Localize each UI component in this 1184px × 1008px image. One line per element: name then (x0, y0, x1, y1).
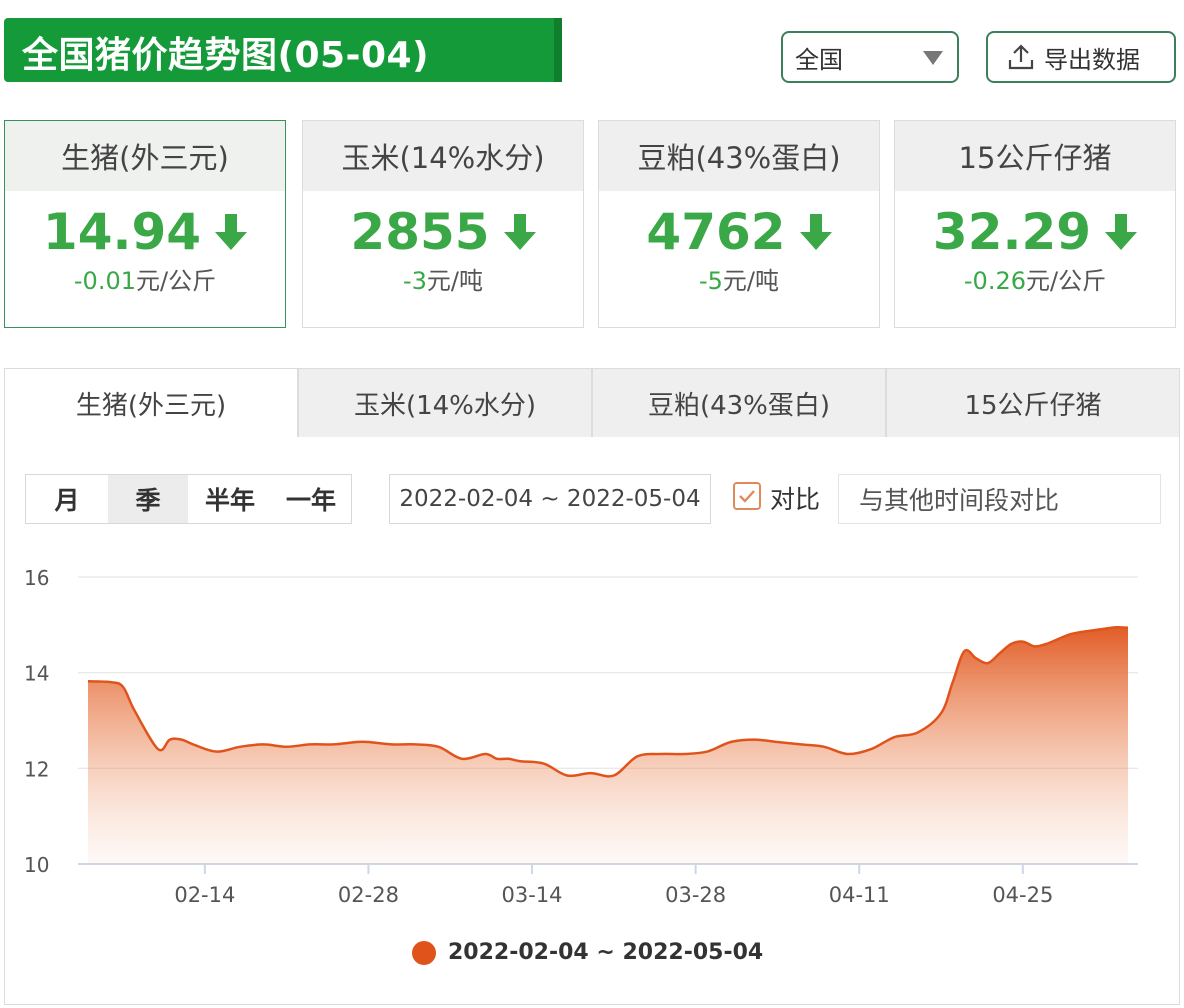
card-change: -0.26 (963, 267, 1026, 295)
date-range-picker[interactable]: 2022-02-04 ~ 2022-05-04 (389, 474, 711, 524)
tab-soymeal[interactable]: 豆粕(43%蛋白) (592, 368, 886, 438)
card-value: 4762 (646, 203, 786, 261)
tab-corn[interactable]: 玉米(14%水分) (298, 368, 592, 438)
card-change-row: -0.26元/公斤 (895, 261, 1175, 296)
x-tick-label: 04-25 (992, 883, 1053, 907)
card-change: -5 (698, 267, 723, 295)
y-tick-label: 12 (24, 757, 49, 781)
region-select-value: 全国 (795, 45, 843, 74)
y-tick-label: 16 (24, 566, 49, 590)
y-tick-label: 10 (24, 853, 49, 877)
card-title: 豆粕(43%蛋白) (599, 121, 879, 191)
y-axis-ticks: 10 12 14 16 (24, 566, 49, 877)
card-value-row: 4762 (599, 203, 879, 261)
upload-icon (1008, 44, 1034, 70)
legend-label: 2022-02-04 ~ 2022-05-04 (448, 940, 764, 965)
card-change-row: -3元/吨 (303, 261, 583, 296)
tab-pig[interactable]: 生猪(外三元) (4, 368, 298, 438)
x-axis-ticks: 02-14 02-28 03-14 03-28 04-11 04-25 (174, 864, 1053, 907)
price-card-1[interactable]: 玉米(14%水分) 2855 -3元/吨 (302, 120, 584, 328)
period-year-button[interactable]: 一年 (272, 475, 350, 523)
region-select[interactable]: 全国 (781, 31, 959, 83)
arrow-down-icon (215, 214, 248, 250)
card-unit: 元/吨 (426, 267, 484, 295)
price-card-2[interactable]: 豆粕(43%蛋白) 4762 -5元/吨 (598, 120, 880, 328)
title-banner: 全国猪价趋势图(05-04) (4, 18, 562, 82)
arrow-down-icon (503, 214, 536, 250)
card-title: 生猪(外三元) (5, 121, 285, 191)
card-change-row: -0.01元/公斤 (5, 261, 285, 296)
card-title: 玉米(14%水分) (303, 121, 583, 191)
card-unit: 元/公斤 (136, 267, 217, 295)
period-quarter-button[interactable]: 季 (108, 475, 188, 523)
card-unit: 元/吨 (722, 267, 780, 295)
legend-swatch (412, 940, 436, 965)
commodity-tabs: 生猪(外三元) 玉米(14%水分) 豆粕(43%蛋白) 15公斤仔猪 (4, 368, 1180, 438)
period-selector: 月 季 半年 一年 (25, 474, 352, 524)
chart-legend[interactable]: 2022-02-04 ~ 2022-05-04 (412, 940, 763, 965)
card-change: -0.01 (73, 267, 136, 295)
check-icon (739, 490, 755, 503)
price-cards: 生猪(外三元) 14.94 -0.01元/公斤 玉米(14%水分) 2855 -… (4, 120, 1176, 328)
card-value: 2855 (350, 203, 490, 261)
compare-label: 对比 (770, 485, 821, 514)
x-tick-label: 03-28 (665, 883, 726, 907)
card-value: 32.29 (932, 203, 1092, 261)
card-change: -3 (402, 267, 427, 295)
price-card-3[interactable]: 15公斤仔猪 32.29 -0.26元/公斤 (894, 120, 1176, 328)
page-title: 全国猪价趋势图(05-04) (22, 35, 430, 76)
arrow-down-icon (1105, 214, 1138, 250)
compare-checkbox[interactable] (733, 482, 761, 510)
arrow-down-icon (799, 214, 832, 250)
x-tick-label: 03-14 (502, 883, 563, 907)
card-title: 15公斤仔猪 (895, 121, 1175, 191)
x-tick-label: 04-11 (829, 883, 890, 907)
price-card-0[interactable]: 生猪(外三元) 14.94 -0.01元/公斤 (4, 120, 286, 328)
card-value-row: 14.94 (5, 203, 285, 261)
export-data-button[interactable]: 导出数据 (986, 31, 1176, 83)
price-area-chart: 10 12 14 16 02-14 02-28 03-14 03-28 04-11 04-25 (24, 566, 1138, 907)
caret-down-icon (923, 51, 943, 65)
card-value-row: 32.29 (895, 203, 1175, 261)
y-tick-label: 14 (24, 662, 49, 686)
card-value-row: 2855 (303, 203, 583, 261)
period-month-button[interactable]: 月 (26, 475, 108, 523)
x-tick-label: 02-28 (338, 883, 399, 907)
tab-piglet[interactable]: 15公斤仔猪 (886, 368, 1180, 438)
card-value: 14.94 (42, 203, 202, 261)
card-unit: 元/公斤 (1026, 267, 1107, 295)
period-halfyear-button[interactable]: 半年 (188, 475, 272, 523)
export-label: 导出数据 (1044, 45, 1140, 74)
x-tick-label: 02-14 (174, 883, 235, 907)
compare-period-input[interactable]: 与其他时间段对比 (838, 474, 1161, 524)
card-change-row: -5元/吨 (599, 261, 879, 296)
